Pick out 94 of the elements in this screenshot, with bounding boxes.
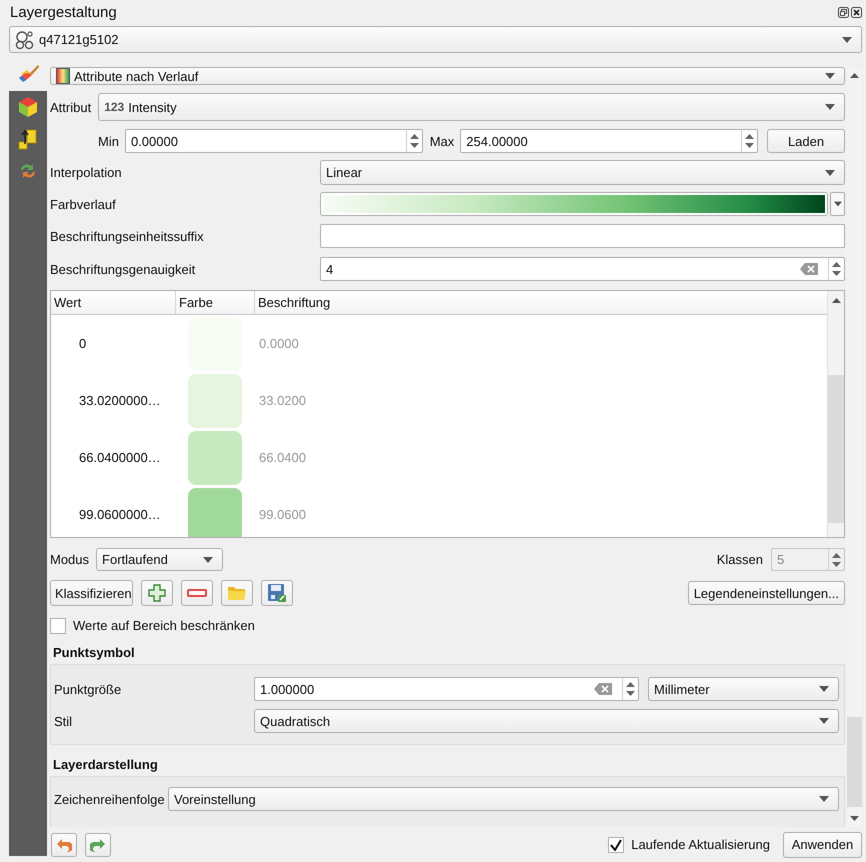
color-swatch[interactable]	[188, 488, 242, 537]
precision-spinbox[interactable]: 4	[320, 257, 845, 281]
float-icon	[838, 7, 849, 18]
undo-icon	[56, 838, 72, 852]
ramp-dropdown-button[interactable]	[830, 192, 845, 216]
draw-order-dropdown[interactable]: Voreinstellung	[168, 787, 839, 811]
table-cell-text: 33.0200000…	[78, 393, 162, 408]
checkmark-icon	[610, 838, 622, 850]
section-heading: Punktsymbol	[53, 645, 136, 661]
field-label: Attribut	[50, 100, 92, 114]
field-label: Modus	[50, 552, 90, 567]
caret-icon	[825, 104, 835, 110]
undo-button[interactable]	[51, 832, 77, 856]
field-label: Klassen	[716, 552, 763, 567]
save-button[interactable]	[261, 580, 293, 606]
cube-icon	[17, 96, 39, 118]
load-button[interactable]: Laden	[767, 129, 845, 153]
min-spinbox[interactable]: 0.00000	[124, 129, 423, 153]
scrollbar[interactable]	[827, 291, 844, 537]
open-button[interactable]	[221, 580, 253, 606]
input-field[interactable]	[320, 224, 845, 248]
field-label: Min	[98, 134, 119, 148]
section-heading: Layerdarstellung	[53, 757, 159, 773]
field-label: Interpolation	[50, 165, 123, 180]
field-label: Farbverlauf	[50, 196, 117, 212]
checkbox-label: Laufende Aktualisierung	[631, 837, 770, 852]
caret-icon	[842, 36, 852, 42]
table-cell-text: 66.0400000…	[78, 450, 162, 465]
stepper-icon	[626, 681, 635, 697]
checkbox[interactable]	[608, 836, 624, 852]
apply-button[interactable]: Anwenden	[783, 832, 862, 858]
column-header[interactable]: Wert	[51, 291, 176, 314]
redo-button[interactable]	[85, 832, 111, 856]
color-swatch[interactable]	[188, 316, 242, 370]
minus-icon	[187, 589, 207, 597]
max-spinbox[interactable]: 254.00000	[460, 129, 758, 153]
attribute-dropdown[interactable]: 123 Intensity	[98, 93, 845, 121]
caret-icon	[819, 718, 829, 724]
column-header[interactable]: Beschriftung	[255, 291, 827, 314]
checkbox-label: Werte auf Bereich beschränken	[73, 618, 255, 633]
unit-dropdown[interactable]: Millimeter	[648, 677, 839, 701]
close-icon	[851, 7, 862, 18]
scroll-up-icon	[832, 298, 840, 303]
classify-button[interactable]: Klassifizieren	[50, 580, 133, 606]
legend-settings-button[interactable]: Legendeneinstellungen...	[688, 581, 845, 605]
remove-button[interactable]	[181, 580, 213, 606]
caret-icon	[819, 796, 829, 802]
field-label: Stil	[54, 714, 74, 728]
scrollbar-thumb[interactable]	[847, 717, 862, 807]
field-label: Zeichenreihenfolge	[54, 792, 166, 806]
gradient-icon	[56, 68, 70, 84]
field-label: Punktgröße	[54, 682, 122, 696]
color-swatch[interactable]	[188, 430, 242, 484]
clear-icon	[594, 683, 612, 695]
caret-icon	[203, 556, 214, 562]
caret-icon	[834, 201, 842, 207]
floppy-icon	[267, 583, 287, 603]
stepper-icon	[832, 552, 841, 568]
table-cell-text: 33.0200	[258, 393, 307, 408]
renderer-dropdown[interactable]: Attribute nach Verlauf	[50, 67, 845, 85]
field-label: Beschriftungsgenauigkeit	[50, 262, 196, 276]
column-header[interactable]: Farbe	[176, 291, 255, 314]
scroll-up-icon	[850, 73, 859, 78]
style-dropdown[interactable]: Quadratisch	[254, 709, 839, 733]
color-swatch[interactable]	[188, 374, 242, 428]
plus-icon	[148, 584, 166, 602]
stepper-icon	[410, 133, 419, 149]
arrow-icon	[17, 128, 39, 150]
caret-icon	[825, 73, 835, 79]
layer-dropdown[interactable]: q47121g5102	[9, 26, 862, 53]
table-cell-text: 0	[78, 336, 88, 351]
panel-title: Layergestaltung	[10, 4, 118, 20]
table-cell-text: 99.0600000…	[78, 507, 162, 522]
table-cell-text: 99.0600	[258, 507, 307, 522]
mode-dropdown[interactable]: Fortlaufend	[96, 548, 224, 571]
clear-icon	[800, 263, 818, 275]
table-cell-text: 66.0400	[258, 450, 307, 465]
folder-icon	[227, 585, 247, 601]
scrollbar-thumb[interactable]	[828, 375, 844, 523]
size-spinbox[interactable]: 1.000000	[254, 677, 639, 701]
type-label: 123	[104, 100, 124, 114]
circles-icon	[15, 30, 35, 50]
stepper-icon	[832, 261, 841, 277]
add-button[interactable]	[141, 580, 173, 606]
redo-icon	[90, 838, 106, 852]
field-label: Max	[430, 134, 454, 148]
interpolation-dropdown[interactable]: Linear	[320, 160, 845, 185]
caret-icon	[819, 686, 829, 692]
checkbox[interactable]	[50, 618, 66, 634]
caret-icon	[825, 170, 835, 176]
stepper-icon	[745, 133, 754, 149]
field-label: Beschriftungseinheitssuffix	[50, 228, 205, 244]
scroll-down-icon	[850, 816, 859, 821]
table-cell-text: 0.0000	[258, 336, 300, 351]
